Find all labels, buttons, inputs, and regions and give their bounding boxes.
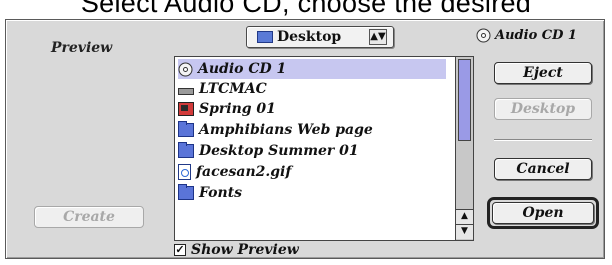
file-list-item[interactable]: facesan2.gif [178,162,291,182]
create-button[interactable]: Create [34,206,144,228]
cd-icon [178,62,193,77]
file-list-item-label: Spring 01 [199,101,276,117]
file-list-item[interactable]: Amphibians Web page [178,120,373,140]
file-list-item-label: Amphibians Web page [199,122,373,138]
scrollbar-thumb[interactable] [458,59,471,141]
current-volume-label: Audio CD 1 [495,28,577,43]
folder-icon [178,142,194,158]
current-volume: Audio CD 1 [476,28,577,43]
open-file-dialog: Preview Desktop ▲▼ Audio CD 1 Audio CD 1… [5,19,605,259]
eject-button[interactable]: Eject [494,62,592,84]
popup-arrows-icon: ▲▼ [369,29,387,45]
file-list-item[interactable]: Desktop Summer 01 [178,141,359,161]
file-list-scrollbar[interactable]: ▲ ▼ [455,57,473,240]
image-file-icon [178,102,194,116]
desktop-button[interactable]: Desktop [494,98,592,120]
file-list-item[interactable]: LTCMAC [178,79,267,99]
folder-icon [178,184,194,200]
file-list-item[interactable]: Audio CD 1 [178,59,446,79]
folder-icon [257,31,273,43]
checkbox-checked-icon[interactable]: ✓ [174,244,186,256]
instruction-caption: Select Audio CD, choose the desired [80,0,532,18]
file-list-item-label: Fonts [199,185,243,201]
gif-file-icon [178,164,191,180]
file-list-item[interactable]: Spring 01 [178,99,276,119]
location-popup-menu[interactable]: Desktop ▲▼ [246,26,394,48]
file-list-item-label: facesan2.gif [196,164,292,180]
scroll-down-arrow-icon[interactable]: ▼ [456,224,473,239]
open-button[interactable]: Open [492,202,594,224]
drive-icon [178,87,194,95]
location-popup-value: Desktop [277,29,342,45]
show-preview-checkbox[interactable]: ✓ Show Preview [174,242,299,258]
file-list[interactable]: Audio CD 1 LTCMAC Spring 01 Amphibians W… [174,56,474,241]
preview-label: Preview [51,40,113,56]
file-list-item-label: LTCMAC [199,81,267,97]
file-list-item[interactable]: Fonts [178,183,242,203]
cancel-button[interactable]: Cancel [494,158,592,180]
show-preview-label: Show Preview [191,242,299,258]
scroll-up-arrow-icon[interactable]: ▲ [456,209,473,224]
file-list-item-label: Desktop Summer 01 [199,143,359,159]
file-list-item-label: Audio CD 1 [198,61,287,77]
cd-icon [476,28,491,43]
folder-icon [178,121,194,137]
button-divider [494,139,592,141]
